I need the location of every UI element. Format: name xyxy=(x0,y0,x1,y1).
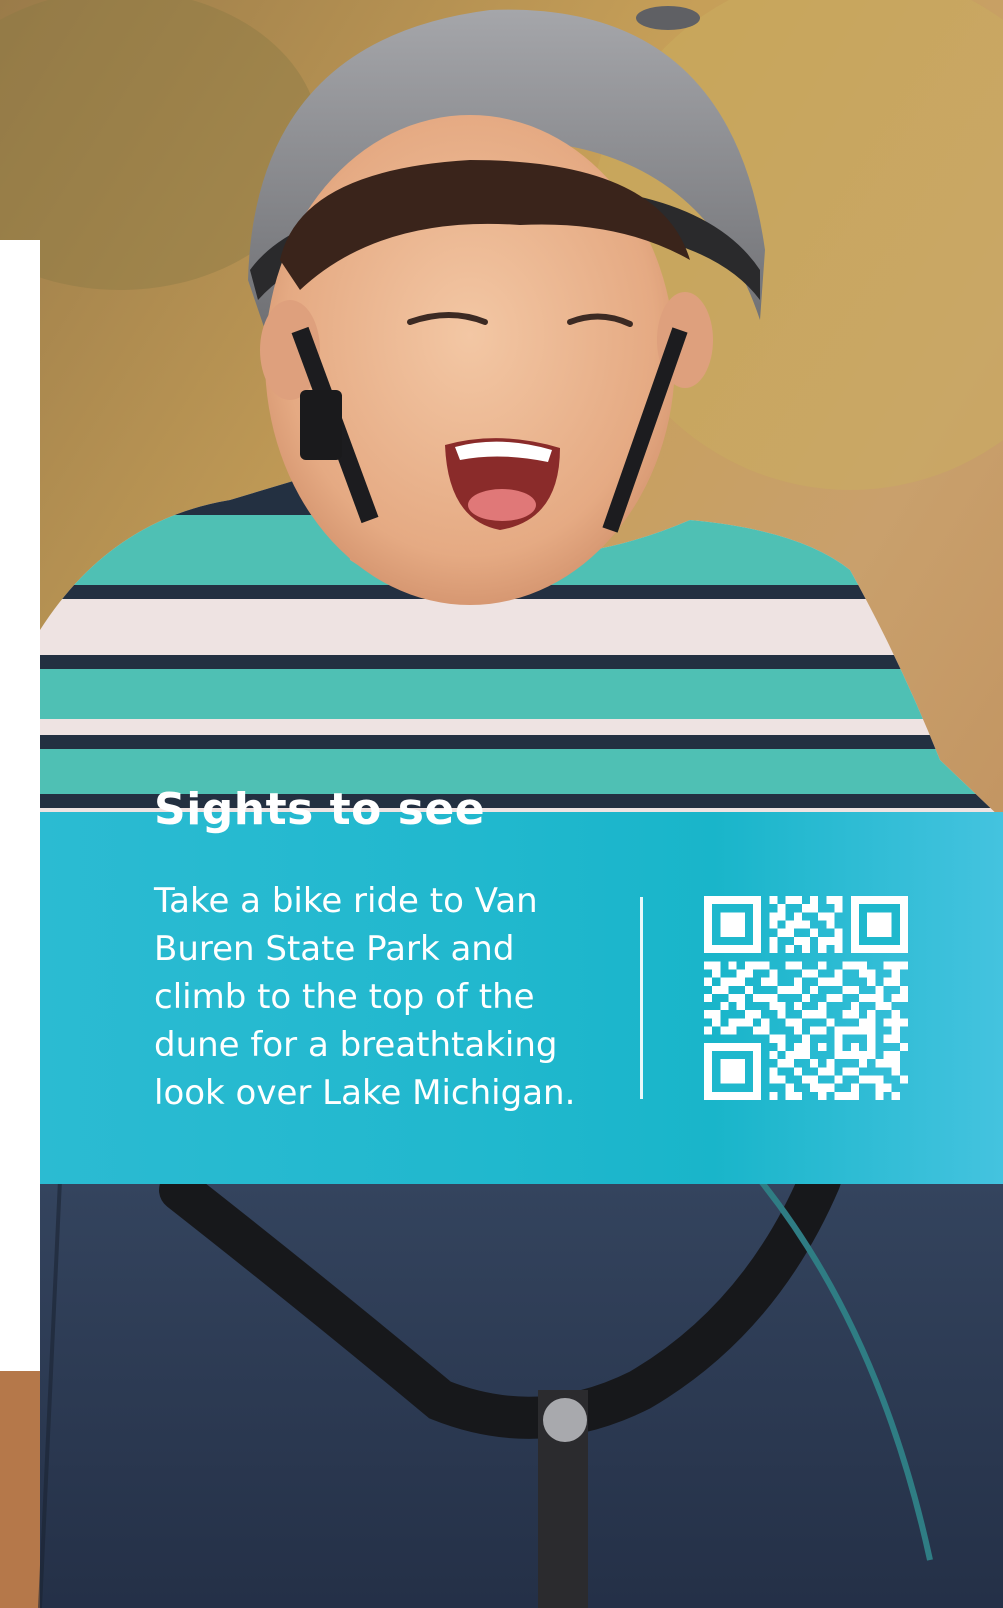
section-title: Sights to see xyxy=(154,784,486,835)
divider-line xyxy=(640,897,643,1099)
qr-code-icon[interactable] xyxy=(704,896,908,1100)
sights-card: Sights to see Take a bike ride to Van Bu… xyxy=(0,0,1003,1608)
page-edge-strip xyxy=(0,240,40,1371)
qr-code-graphic xyxy=(704,896,908,1100)
description-text: Take a bike ride to Van Buren State Park… xyxy=(154,881,576,1113)
boy-on-bike-photo xyxy=(0,0,1003,1608)
